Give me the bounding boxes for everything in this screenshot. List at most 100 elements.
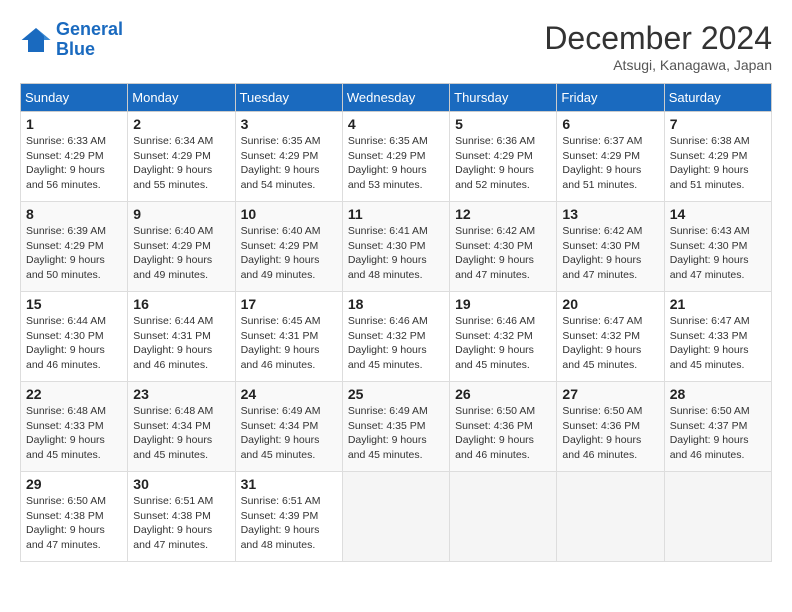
sunset-label: Sunset: 4:37 PM <box>670 420 748 432</box>
day-number: 22 <box>26 386 122 402</box>
calendar-week-row: 29 Sunrise: 6:50 AM Sunset: 4:38 PM Dayl… <box>21 472 772 562</box>
day-number: 29 <box>26 476 122 492</box>
calendar-cell: 14 Sunrise: 6:43 AM Sunset: 4:30 PM Dayl… <box>664 202 771 292</box>
column-header-monday: Monday <box>128 84 235 112</box>
calendar-table: SundayMondayTuesdayWednesdayThursdayFrid… <box>20 83 772 562</box>
sunset-label: Sunset: 4:29 PM <box>348 150 426 162</box>
day-number: 5 <box>455 116 551 132</box>
title-block: December 2024 Atsugi, Kanagawa, Japan <box>544 20 772 73</box>
sunrise-label: Sunrise: 6:40 AM <box>241 225 321 237</box>
calendar-cell: 15 Sunrise: 6:44 AM Sunset: 4:30 PM Dayl… <box>21 292 128 382</box>
calendar-cell <box>557 472 664 562</box>
calendar-cell: 8 Sunrise: 6:39 AM Sunset: 4:29 PM Dayli… <box>21 202 128 292</box>
column-header-saturday: Saturday <box>664 84 771 112</box>
daylight-label: Daylight: 9 hours and 45 minutes. <box>241 434 320 461</box>
sunrise-label: Sunrise: 6:50 AM <box>562 405 642 417</box>
daylight-label: Daylight: 9 hours and 45 minutes. <box>670 344 749 371</box>
day-number: 30 <box>133 476 229 492</box>
calendar-cell: 30 Sunrise: 6:51 AM Sunset: 4:38 PM Dayl… <box>128 472 235 562</box>
calendar-week-row: 8 Sunrise: 6:39 AM Sunset: 4:29 PM Dayli… <box>21 202 772 292</box>
sunrise-label: Sunrise: 6:39 AM <box>26 225 106 237</box>
sunset-label: Sunset: 4:29 PM <box>26 240 104 252</box>
calendar-cell: 6 Sunrise: 6:37 AM Sunset: 4:29 PM Dayli… <box>557 112 664 202</box>
daylight-label: Daylight: 9 hours and 51 minutes. <box>562 164 641 191</box>
day-number: 25 <box>348 386 444 402</box>
daylight-label: Daylight: 9 hours and 47 minutes. <box>26 524 105 551</box>
logo-icon <box>20 24 52 56</box>
calendar-cell: 1 Sunrise: 6:33 AM Sunset: 4:29 PM Dayli… <box>21 112 128 202</box>
calendar-cell: 17 Sunrise: 6:45 AM Sunset: 4:31 PM Dayl… <box>235 292 342 382</box>
calendar-cell: 27 Sunrise: 6:50 AM Sunset: 4:36 PM Dayl… <box>557 382 664 472</box>
calendar-cell: 16 Sunrise: 6:44 AM Sunset: 4:31 PM Dayl… <box>128 292 235 382</box>
sunset-label: Sunset: 4:31 PM <box>133 330 211 342</box>
daylight-label: Daylight: 9 hours and 45 minutes. <box>348 434 427 461</box>
calendar-week-row: 1 Sunrise: 6:33 AM Sunset: 4:29 PM Dayli… <box>21 112 772 202</box>
daylight-label: Daylight: 9 hours and 47 minutes. <box>133 524 212 551</box>
day-info: Sunrise: 6:34 AM Sunset: 4:29 PM Dayligh… <box>133 134 229 193</box>
calendar-cell <box>450 472 557 562</box>
calendar-cell: 11 Sunrise: 6:41 AM Sunset: 4:30 PM Dayl… <box>342 202 449 292</box>
sunrise-label: Sunrise: 6:50 AM <box>670 405 750 417</box>
column-header-tuesday: Tuesday <box>235 84 342 112</box>
sunset-label: Sunset: 4:31 PM <box>241 330 319 342</box>
calendar-cell: 7 Sunrise: 6:38 AM Sunset: 4:29 PM Dayli… <box>664 112 771 202</box>
daylight-label: Daylight: 9 hours and 56 minutes. <box>26 164 105 191</box>
day-info: Sunrise: 6:35 AM Sunset: 4:29 PM Dayligh… <box>241 134 337 193</box>
sunrise-label: Sunrise: 6:49 AM <box>348 405 428 417</box>
calendar-cell: 3 Sunrise: 6:35 AM Sunset: 4:29 PM Dayli… <box>235 112 342 202</box>
day-number: 24 <box>241 386 337 402</box>
calendar-cell: 19 Sunrise: 6:46 AM Sunset: 4:32 PM Dayl… <box>450 292 557 382</box>
day-info: Sunrise: 6:40 AM Sunset: 4:29 PM Dayligh… <box>241 224 337 283</box>
day-info: Sunrise: 6:41 AM Sunset: 4:30 PM Dayligh… <box>348 224 444 283</box>
calendar-cell: 12 Sunrise: 6:42 AM Sunset: 4:30 PM Dayl… <box>450 202 557 292</box>
daylight-label: Daylight: 9 hours and 47 minutes. <box>455 254 534 281</box>
day-info: Sunrise: 6:48 AM Sunset: 4:33 PM Dayligh… <box>26 404 122 463</box>
day-number: 21 <box>670 296 766 312</box>
day-info: Sunrise: 6:48 AM Sunset: 4:34 PM Dayligh… <box>133 404 229 463</box>
day-info: Sunrise: 6:35 AM Sunset: 4:29 PM Dayligh… <box>348 134 444 193</box>
sunrise-label: Sunrise: 6:46 AM <box>348 315 428 327</box>
column-header-friday: Friday <box>557 84 664 112</box>
calendar-cell: 18 Sunrise: 6:46 AM Sunset: 4:32 PM Dayl… <box>342 292 449 382</box>
calendar-cell: 31 Sunrise: 6:51 AM Sunset: 4:39 PM Dayl… <box>235 472 342 562</box>
day-number: 23 <box>133 386 229 402</box>
sunset-label: Sunset: 4:35 PM <box>348 420 426 432</box>
sunrise-label: Sunrise: 6:42 AM <box>562 225 642 237</box>
day-number: 9 <box>133 206 229 222</box>
month-title: December 2024 <box>544 20 772 57</box>
calendar-cell: 24 Sunrise: 6:49 AM Sunset: 4:34 PM Dayl… <box>235 382 342 472</box>
day-number: 1 <box>26 116 122 132</box>
sunrise-label: Sunrise: 6:38 AM <box>670 135 750 147</box>
day-info: Sunrise: 6:38 AM Sunset: 4:29 PM Dayligh… <box>670 134 766 193</box>
daylight-label: Daylight: 9 hours and 48 minutes. <box>241 524 320 551</box>
sunrise-label: Sunrise: 6:49 AM <box>241 405 321 417</box>
calendar-cell: 20 Sunrise: 6:47 AM Sunset: 4:32 PM Dayl… <box>557 292 664 382</box>
sunset-label: Sunset: 4:29 PM <box>670 150 748 162</box>
calendar-week-row: 15 Sunrise: 6:44 AM Sunset: 4:30 PM Dayl… <box>21 292 772 382</box>
day-number: 27 <box>562 386 658 402</box>
daylight-label: Daylight: 9 hours and 47 minutes. <box>562 254 641 281</box>
day-info: Sunrise: 6:50 AM Sunset: 4:36 PM Dayligh… <box>562 404 658 463</box>
calendar-header-row: SundayMondayTuesdayWednesdayThursdayFrid… <box>21 84 772 112</box>
day-info: Sunrise: 6:39 AM Sunset: 4:29 PM Dayligh… <box>26 224 122 283</box>
day-info: Sunrise: 6:49 AM Sunset: 4:34 PM Dayligh… <box>241 404 337 463</box>
day-info: Sunrise: 6:51 AM Sunset: 4:38 PM Dayligh… <box>133 494 229 553</box>
day-number: 31 <box>241 476 337 492</box>
sunset-label: Sunset: 4:39 PM <box>241 510 319 522</box>
day-info: Sunrise: 6:47 AM Sunset: 4:33 PM Dayligh… <box>670 314 766 373</box>
day-number: 28 <box>670 386 766 402</box>
sunset-label: Sunset: 4:32 PM <box>348 330 426 342</box>
calendar-cell: 25 Sunrise: 6:49 AM Sunset: 4:35 PM Dayl… <box>342 382 449 472</box>
day-info: Sunrise: 6:47 AM Sunset: 4:32 PM Dayligh… <box>562 314 658 373</box>
day-number: 6 <box>562 116 658 132</box>
day-info: Sunrise: 6:44 AM Sunset: 4:30 PM Dayligh… <box>26 314 122 373</box>
daylight-label: Daylight: 9 hours and 55 minutes. <box>133 164 212 191</box>
sunset-label: Sunset: 4:33 PM <box>26 420 104 432</box>
sunset-label: Sunset: 4:29 PM <box>133 240 211 252</box>
daylight-label: Daylight: 9 hours and 52 minutes. <box>455 164 534 191</box>
sunrise-label: Sunrise: 6:46 AM <box>455 315 535 327</box>
daylight-label: Daylight: 9 hours and 46 minutes. <box>133 344 212 371</box>
day-number: 11 <box>348 206 444 222</box>
day-number: 3 <box>241 116 337 132</box>
day-info: Sunrise: 6:50 AM Sunset: 4:36 PM Dayligh… <box>455 404 551 463</box>
